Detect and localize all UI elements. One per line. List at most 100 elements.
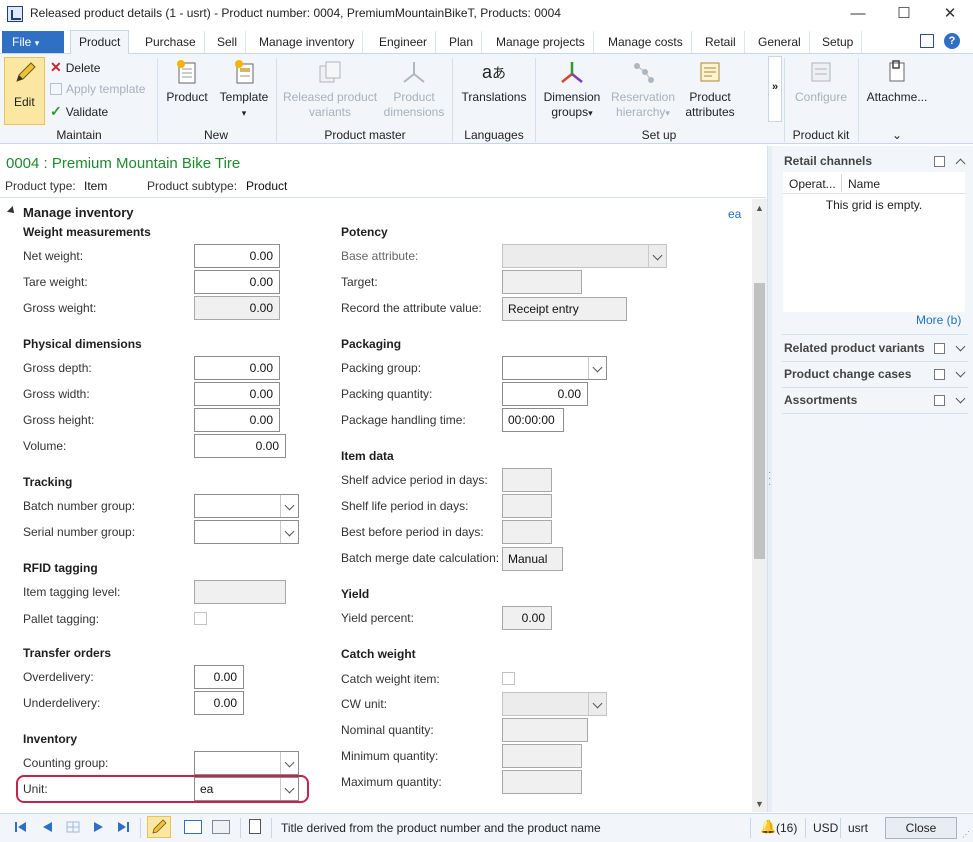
record-grid-icon[interactable]: [66, 820, 80, 834]
tab-engineer[interactable]: Engineer: [371, 31, 437, 53]
item-tagging-level-input[interactable]: [194, 580, 286, 604]
grid-view-icon[interactable]: [212, 820, 230, 834]
edit-mode-button[interactable]: [147, 816, 171, 838]
volume-input[interactable]: 0.00: [194, 434, 286, 458]
tab-product[interactable]: Product: [70, 30, 130, 55]
delete-label: Delete: [65, 61, 101, 75]
unit-select[interactable]: ea: [194, 777, 299, 801]
template-button[interactable]: Template ▾: [216, 58, 272, 121]
configure-button[interactable]: Configure: [788, 58, 854, 105]
shelf-advice-period-input[interactable]: [502, 468, 552, 492]
underdelivery-input[interactable]: 0.00: [194, 691, 244, 715]
dimension-groups-button[interactable]: Dimension groups▾: [540, 58, 604, 121]
previous-record-icon[interactable]: [40, 820, 54, 834]
overdelivery-input[interactable]: 0.00: [194, 665, 244, 689]
last-record-icon[interactable]: [116, 820, 130, 834]
new-product-button[interactable]: Product: [162, 58, 212, 105]
bell-icon[interactable]: 🔔: [760, 819, 776, 835]
related-product-variants-title[interactable]: Related product variants: [784, 341, 925, 355]
factbox-options-icon[interactable]: [934, 343, 945, 354]
tab-setup[interactable]: Setup: [814, 31, 863, 53]
tare-weight-label: Tare weight:: [23, 275, 88, 289]
gross-height-input[interactable]: 0.00: [194, 408, 280, 432]
cw-unit-select[interactable]: [502, 692, 607, 716]
column-name[interactable]: Name: [848, 177, 880, 191]
tab-file[interactable]: File ▾: [2, 31, 64, 53]
currency-indicator[interactable]: USD: [813, 821, 838, 835]
released-product-variants-button[interactable]: Released product variants: [282, 58, 378, 120]
chevron-down-icon: ▾: [665, 108, 670, 118]
help-icon[interactable]: ?: [944, 33, 960, 49]
gross-weight-input[interactable]: 0.00: [194, 296, 280, 320]
best-before-period-input[interactable]: [502, 520, 552, 544]
maximum-quantity-input[interactable]: [502, 770, 582, 794]
record-attribute-value-input[interactable]: Receipt entry: [502, 297, 627, 321]
scroll-up-icon[interactable]: ▲: [752, 201, 767, 215]
tab-retail[interactable]: Retail: [697, 31, 745, 53]
tab-manage-inventory[interactable]: Manage inventory: [251, 31, 364, 53]
delete-button[interactable]: ✕ Delete: [50, 57, 100, 77]
first-record-icon[interactable]: [14, 820, 28, 834]
attachment-icon[interactable]: [249, 819, 261, 834]
minimum-quantity-input[interactable]: [502, 744, 582, 768]
tab-manage-projects[interactable]: Manage projects: [488, 31, 594, 53]
more-link[interactable]: More (b): [916, 313, 961, 327]
serial-number-group-select[interactable]: [194, 520, 299, 544]
product-change-cases-title[interactable]: Product change cases: [784, 367, 911, 381]
nominal-quantity-input[interactable]: [502, 718, 588, 742]
tab-plan[interactable]: Plan: [441, 31, 483, 53]
company-indicator[interactable]: usrt: [848, 821, 868, 835]
configure-icon: [807, 58, 835, 86]
tab-manage-costs[interactable]: Manage costs: [600, 31, 692, 53]
net-weight-input[interactable]: 0.00: [194, 244, 280, 268]
base-attribute-select[interactable]: [502, 244, 667, 268]
section-title[interactable]: Manage inventory: [23, 205, 134, 220]
batch-number-group-select[interactable]: [194, 494, 299, 518]
minimize-button[interactable]: —: [835, 0, 881, 28]
column-operating-unit[interactable]: Operat...: [789, 177, 836, 191]
scrollbar-thumb[interactable]: [754, 283, 765, 559]
resize-grip-icon[interactable]: ⋰: [962, 830, 970, 839]
tab-sell[interactable]: Sell: [209, 31, 247, 53]
gross-width-input[interactable]: 0.00: [194, 382, 280, 406]
retail-channels-title[interactable]: Retail channels: [784, 154, 872, 168]
gross-depth-input[interactable]: 0.00: [194, 356, 280, 380]
attachments-button[interactable]: Attachme...: [862, 58, 932, 105]
packing-group-select[interactable]: [502, 356, 607, 380]
group-physical-dimensions: Physical dimensions: [23, 337, 142, 351]
ribbon-expand-button[interactable]: ⌄: [862, 128, 932, 142]
notification-count[interactable]: (16): [776, 821, 797, 835]
details-view-icon[interactable]: [184, 820, 202, 834]
product-dimensions-button[interactable]: Product dimensions: [382, 58, 446, 120]
next-record-icon[interactable]: [92, 820, 106, 834]
validate-button[interactable]: ✓ Validate: [50, 101, 108, 121]
pallet-tagging-checkbox[interactable]: [194, 612, 207, 625]
tare-weight-input[interactable]: 0.00: [194, 270, 280, 294]
apply-template-button[interactable]: Apply template: [50, 79, 145, 99]
batch-merge-date-input[interactable]: Manual: [502, 547, 563, 571]
shelf-life-period-input[interactable]: [502, 494, 552, 518]
factbox-options-icon[interactable]: [934, 369, 945, 380]
tab-general[interactable]: General: [750, 31, 810, 53]
ribbon-overflow-button[interactable]: »: [768, 56, 782, 122]
factbox-options-icon[interactable]: [934, 156, 945, 167]
chevron-down-icon: ▾: [241, 108, 247, 118]
close-window-button[interactable]: ✕: [927, 0, 973, 28]
packing-quantity-input[interactable]: 0.00: [502, 382, 588, 406]
counting-group-select[interactable]: [194, 751, 299, 775]
close-button[interactable]: Close: [885, 817, 957, 839]
target-input[interactable]: [502, 270, 582, 294]
translations-button[interactable]: aあ Translations: [458, 58, 530, 105]
scroll-down-icon[interactable]: ▼: [752, 797, 767, 811]
yield-percent-input[interactable]: 0.00: [502, 606, 552, 630]
factbox-options-icon[interactable]: [934, 395, 945, 406]
layout-icon[interactable]: [920, 34, 934, 48]
tab-purchase[interactable]: Purchase: [137, 31, 205, 53]
maximize-button[interactable]: ☐: [881, 0, 927, 28]
reservation-hierarchy-button[interactable]: Reservation hierarchy▾: [608, 58, 678, 121]
group-inventory: Inventory: [23, 732, 78, 746]
catch-weight-item-checkbox[interactable]: [502, 672, 515, 685]
assortments-title[interactable]: Assortments: [784, 393, 857, 407]
package-handling-time-input[interactable]: 00:00:00: [502, 408, 564, 432]
product-attributes-button[interactable]: Product attributes: [680, 58, 740, 120]
